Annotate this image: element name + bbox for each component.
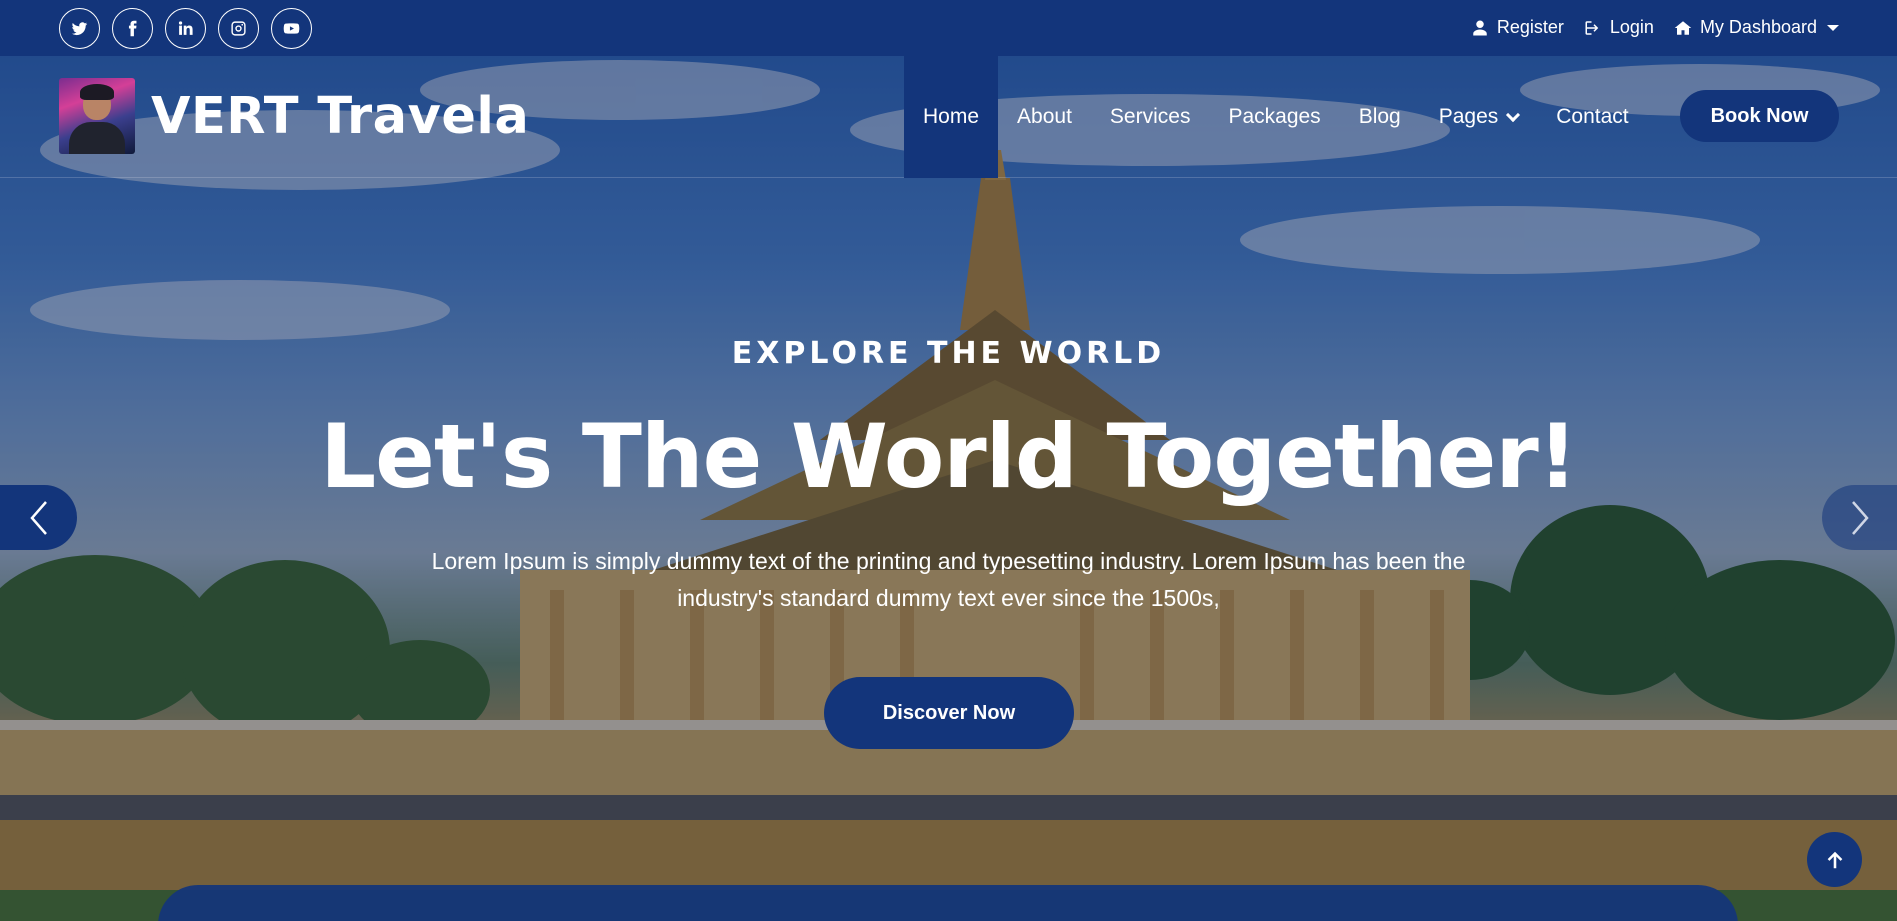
instagram-icon — [231, 21, 246, 36]
twitter-icon — [71, 22, 88, 36]
twitter-link[interactable] — [59, 8, 100, 49]
discover-now-button[interactable]: Discover Now — [824, 677, 1074, 749]
search-panel-top — [158, 885, 1738, 921]
nav-item-pages[interactable]: Pages — [1420, 56, 1538, 178]
register-link[interactable]: Register — [1471, 17, 1564, 38]
brand-name: VERT Travela — [151, 86, 530, 146]
nav-label: About — [1017, 105, 1072, 128]
chevron-left-icon — [29, 500, 47, 535]
sign-in-icon — [1585, 20, 1599, 35]
hero-headline: Let's The World Together! — [320, 405, 1578, 508]
youtube-icon — [283, 23, 300, 34]
nav-item-blog[interactable]: Blog — [1340, 56, 1420, 178]
chevron-down-icon — [1506, 107, 1521, 122]
nav-label: Blog — [1358, 105, 1401, 128]
nav-label: Contact — [1556, 105, 1629, 128]
facebook-link[interactable] — [112, 8, 153, 49]
hero-eyebrow: EXPLORE THE WORLD — [731, 336, 1166, 371]
nav-item-about[interactable]: About — [998, 56, 1091, 178]
nav-menu: Home About Services Packages Blog Pages … — [904, 56, 1648, 178]
nav-item-home[interactable]: Home — [904, 56, 999, 178]
top-bar: Register Login My Dashboard — [0, 0, 1897, 56]
nav-label: Pages — [1438, 105, 1499, 128]
register-label: Register — [1496, 17, 1564, 37]
back-to-top-button[interactable] — [1807, 832, 1862, 887]
carousel-next-button[interactable] — [1822, 485, 1897, 550]
linkedin-icon — [178, 21, 193, 35]
user-icon — [1473, 20, 1487, 35]
chevron-right-icon — [1851, 500, 1869, 535]
arrow-up-icon — [1827, 851, 1842, 868]
nav-item-packages[interactable]: Packages — [1209, 56, 1339, 178]
nav-item-contact[interactable]: Contact — [1537, 56, 1647, 178]
login-label: Login — [1609, 17, 1654, 37]
instagram-link[interactable] — [218, 8, 259, 49]
caret-down-icon — [1827, 24, 1839, 31]
carousel-prev-button[interactable] — [0, 485, 77, 550]
youtube-link[interactable] — [271, 8, 312, 49]
account-links: Register Login My Dashboard — [1471, 17, 1839, 38]
nav-label: Home — [923, 105, 980, 128]
book-now-button[interactable]: Book Now — [1680, 90, 1839, 142]
nav-item-services[interactable]: Services — [1091, 56, 1210, 178]
home-icon — [1674, 20, 1692, 35]
main-navbar: VERT Travela Home About Services Package… — [0, 56, 1897, 178]
dashboard-label: My Dashboard — [1699, 17, 1817, 37]
dashboard-dropdown[interactable]: My Dashboard — [1674, 17, 1839, 38]
linkedin-link[interactable] — [165, 8, 206, 49]
social-links — [59, 8, 312, 49]
facebook-icon — [128, 20, 137, 37]
nav-label: Packages — [1228, 105, 1321, 128]
brand-logo[interactable]: VERT Travela — [59, 78, 529, 154]
login-link[interactable]: Login — [1584, 17, 1654, 38]
hero-description: Lorem Ipsum is simply dummy text of the … — [431, 548, 1466, 611]
brand-avatar — [59, 78, 135, 154]
nav-label: Services — [1109, 105, 1191, 128]
